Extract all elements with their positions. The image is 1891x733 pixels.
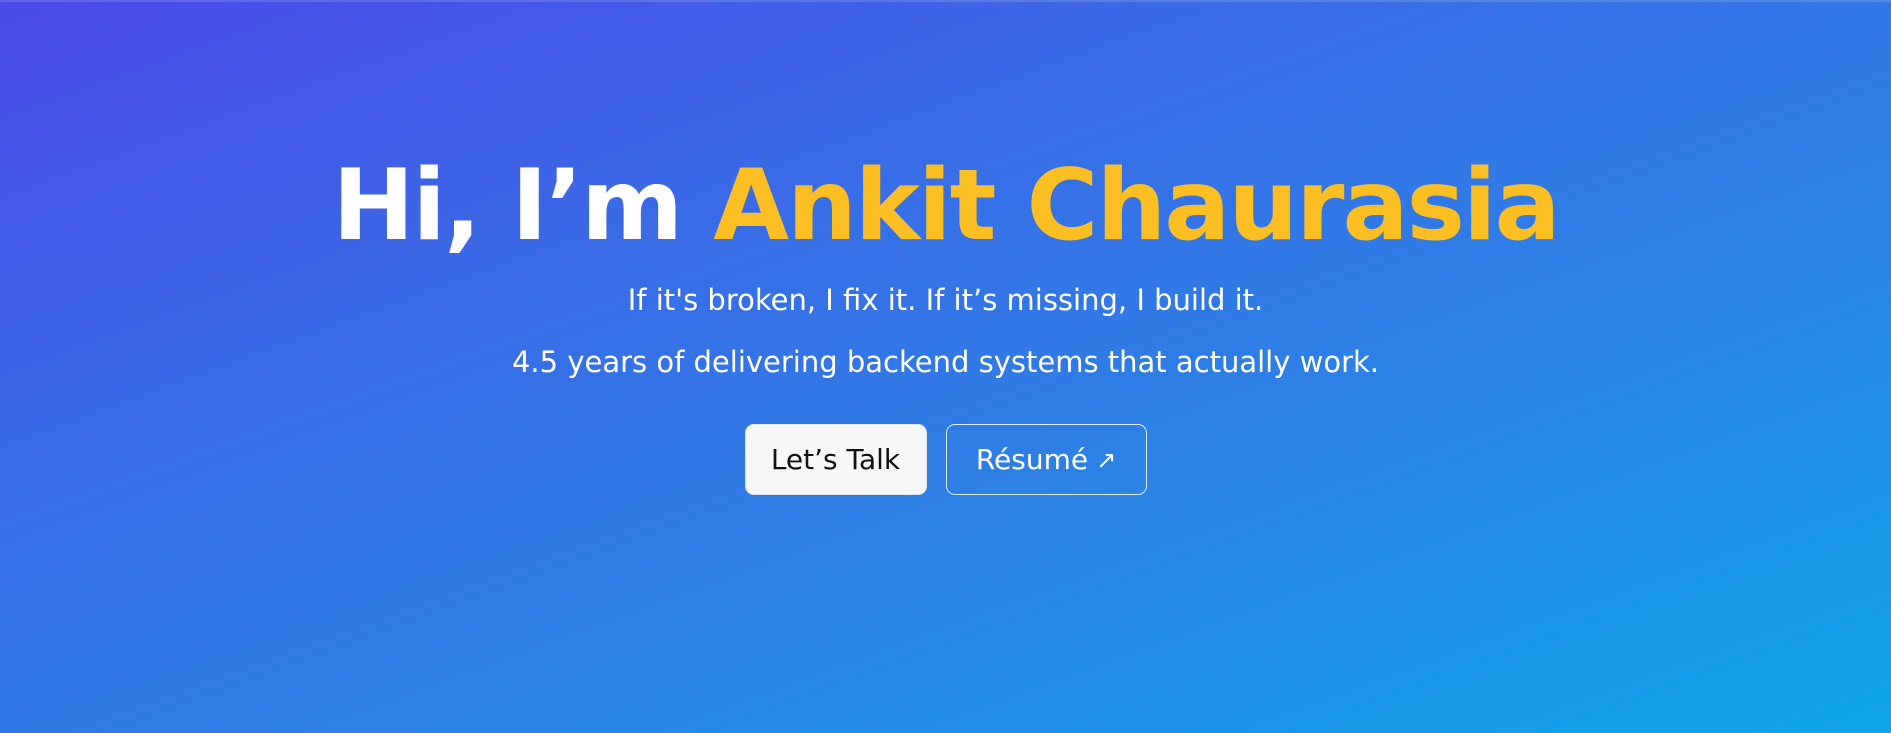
resume-button[interactable]: Résumé ↗: [945, 424, 1147, 495]
greeting-text: Hi, I’m: [332, 149, 714, 263]
hero-tagline: If it's broken, I fix it. If it’s missin…: [627, 283, 1264, 317]
hero-actions: Let’s Talk Résumé ↗: [744, 424, 1147, 495]
lets-talk-label: Let’s Talk: [770, 443, 901, 476]
external-link-icon: ↗: [1096, 445, 1117, 474]
hero-section: Hi, I’m Ankit Chaurasia If it's broken, …: [0, 0, 1891, 733]
hero-name: Ankit Chaurasia: [713, 149, 1560, 263]
hero-subline: 4.5 years of delivering backend systems …: [511, 345, 1380, 379]
resume-label: Résumé: [975, 443, 1089, 476]
lets-talk-button[interactable]: Let’s Talk: [744, 424, 927, 495]
hero-headline: Hi, I’m Ankit Chaurasia: [332, 146, 1560, 266]
